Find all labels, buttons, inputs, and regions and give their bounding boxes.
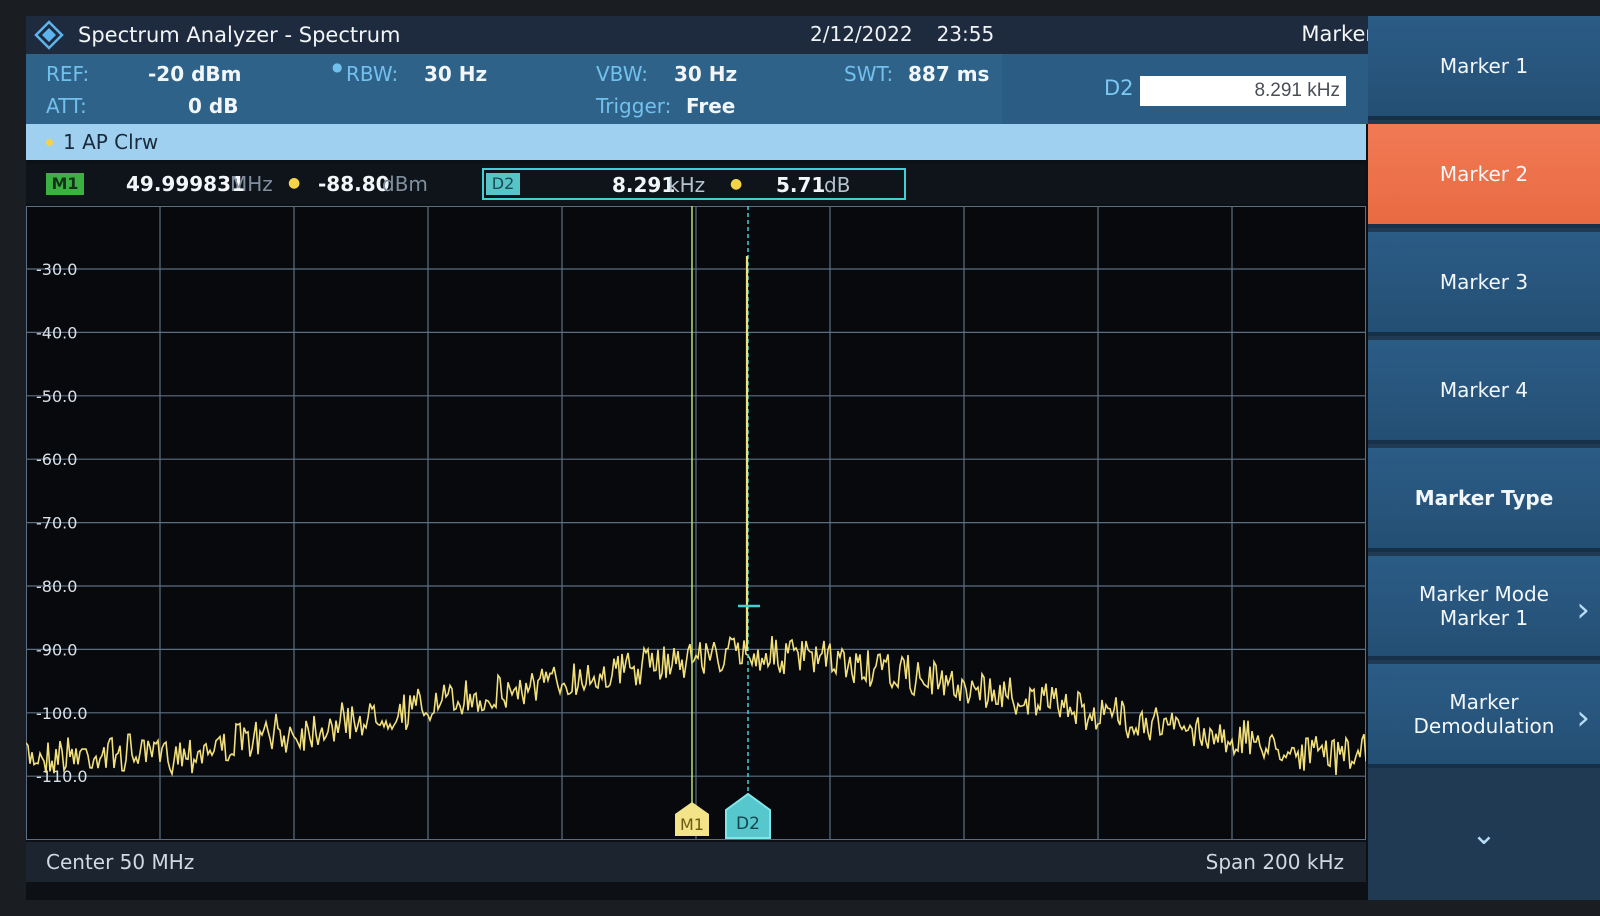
menu-title: Marker (1301, 22, 1374, 46)
chevron-right-icon: › (1576, 698, 1590, 738)
softkey-label: Marker 2 (1439, 162, 1529, 186)
trigger-label: Trigger: (596, 94, 672, 118)
m1-flag-label: M1 (680, 815, 704, 834)
softkey-label-line2: Marker 1 (1439, 606, 1529, 630)
softkey-marker-3[interactable]: Marker 3 (1368, 232, 1600, 336)
trace-bar[interactable]: 1 AP Clrw (26, 124, 1366, 160)
softkey-marker-demodulation[interactable]: Marker Demodulation › (1368, 664, 1600, 768)
rs-logo-icon (34, 20, 64, 50)
softkey-label-line1: Marker (1449, 690, 1519, 714)
trigger-value[interactable]: Free (686, 94, 735, 118)
d2-entry-panel: D2 (1002, 54, 1394, 124)
d2-frequency-unit: kHz (668, 173, 706, 197)
rbw-value[interactable]: 30 Hz (424, 62, 487, 86)
parameter-panel: REF: -20 dBm ATT: 0 dB ● RBW: 30 Hz VBW:… (26, 54, 1394, 124)
softkey-label: Marker 4 (1439, 378, 1529, 402)
m1-frequency-unit: MHz (230, 172, 273, 196)
y-tick-label: -100.0 (36, 704, 88, 723)
d2-frequency: 8.291 (612, 173, 676, 197)
softkey-marker-2[interactable]: Marker 2 (1368, 124, 1600, 228)
d2-frequency-input[interactable] (1140, 76, 1346, 106)
vbw-value[interactable]: 30 Hz (674, 62, 737, 86)
softkey-marker-4[interactable]: Marker 4 (1368, 340, 1600, 444)
date-time: 2/12/2022 23:55 (810, 22, 994, 46)
softkey-marker-type[interactable]: Marker Type (1368, 448, 1600, 552)
d2-flag-label: D2 (736, 814, 760, 834)
marker-table: M1 49.999831 MHz ● -88.80 dBm D2 8.291 k… (26, 164, 1366, 204)
d2-result-box[interactable]: D2 8.291 kHz ● 5.71 dB (482, 168, 906, 200)
spectrum-graph: -30.0 -40.0 -50.0 -60.0 -70.0 -80.0 -90.0 -100.… (26, 206, 1366, 840)
spectrum-plot[interactable]: -30.0 -40.0 -50.0 -60.0 -70.0 -80.0 -90.0 -100.… (26, 206, 1366, 840)
rbw-label: RBW: (346, 62, 399, 86)
softkey-label: Marker 3 (1439, 270, 1529, 294)
chevron-down-icon[interactable]: ⌄ (1368, 782, 1600, 886)
softkey-label-line1: Marker Mode (1419, 582, 1549, 606)
y-tick-label: -50.0 (36, 387, 77, 406)
softkey-marker-mode[interactable]: Marker Mode Marker 1 › (1368, 556, 1600, 660)
softkey-label: Marker 1 (1439, 54, 1529, 78)
span-value[interactable]: Span 200 kHz (1206, 850, 1344, 874)
m1-separator-dot: ● (288, 175, 301, 191)
y-tick-label: -60.0 (36, 450, 77, 469)
y-tick-label: -110.0 (36, 767, 88, 786)
title-bar: Spectrum Analyzer - Spectrum 2/12/2022 23… (26, 16, 1394, 54)
app-title: Spectrum Analyzer - Spectrum (78, 23, 401, 47)
att-value[interactable]: 0 dB (188, 94, 238, 118)
softkey-panel: Marker 1 Marker 2 Marker 3 Marker 4 Mark… (1368, 16, 1600, 900)
y-tick-label: -40.0 (36, 323, 77, 342)
y-tick-label: -80.0 (36, 577, 77, 596)
footer-bar: Center 50 MHz Span 200 kHz (26, 842, 1366, 882)
rbw-coupling-dot: ● (332, 60, 343, 74)
m1-badge[interactable]: M1 (46, 173, 84, 195)
softkey-label: Marker Type (1414, 486, 1554, 510)
chevron-right-icon: › (1576, 590, 1590, 630)
d2-badge: D2 (486, 173, 520, 195)
date-text: 2/12/2022 (810, 22, 913, 46)
softkey-label-line2: Demodulation (1413, 714, 1555, 738)
d2-delta-level: 5.71 (776, 173, 826, 197)
swt-label: SWT: (844, 62, 894, 86)
vbw-label: VBW: (596, 62, 649, 86)
ref-value[interactable]: -20 dBm (148, 62, 242, 86)
d2-delta-unit: dB (824, 173, 851, 197)
trace-color-dot (46, 138, 53, 146)
trace-label: 1 AP Clrw (63, 130, 159, 154)
d2-separator-dot: ● (730, 176, 743, 192)
d2-entry-label: D2 (1104, 76, 1134, 100)
y-tick-label: -30.0 (36, 260, 77, 279)
m1-level-unit: dBm (382, 172, 428, 196)
att-label: ATT: (46, 94, 87, 118)
time-text: 23:55 (936, 22, 995, 46)
m1-frequency: 49.999831 (126, 172, 245, 196)
m1-level: -88.80 (318, 172, 390, 196)
analyzer-screen: Spectrum Analyzer - Spectrum 2/12/2022 23… (26, 16, 1600, 900)
ref-label: REF: (46, 62, 90, 86)
softkey-marker-1[interactable]: Marker 1 (1368, 16, 1600, 120)
swt-value[interactable]: 887 ms (908, 62, 989, 86)
y-tick-label: -70.0 (36, 514, 77, 533)
center-frequency[interactable]: Center 50 MHz (46, 850, 194, 874)
y-tick-label: -90.0 (36, 640, 77, 659)
